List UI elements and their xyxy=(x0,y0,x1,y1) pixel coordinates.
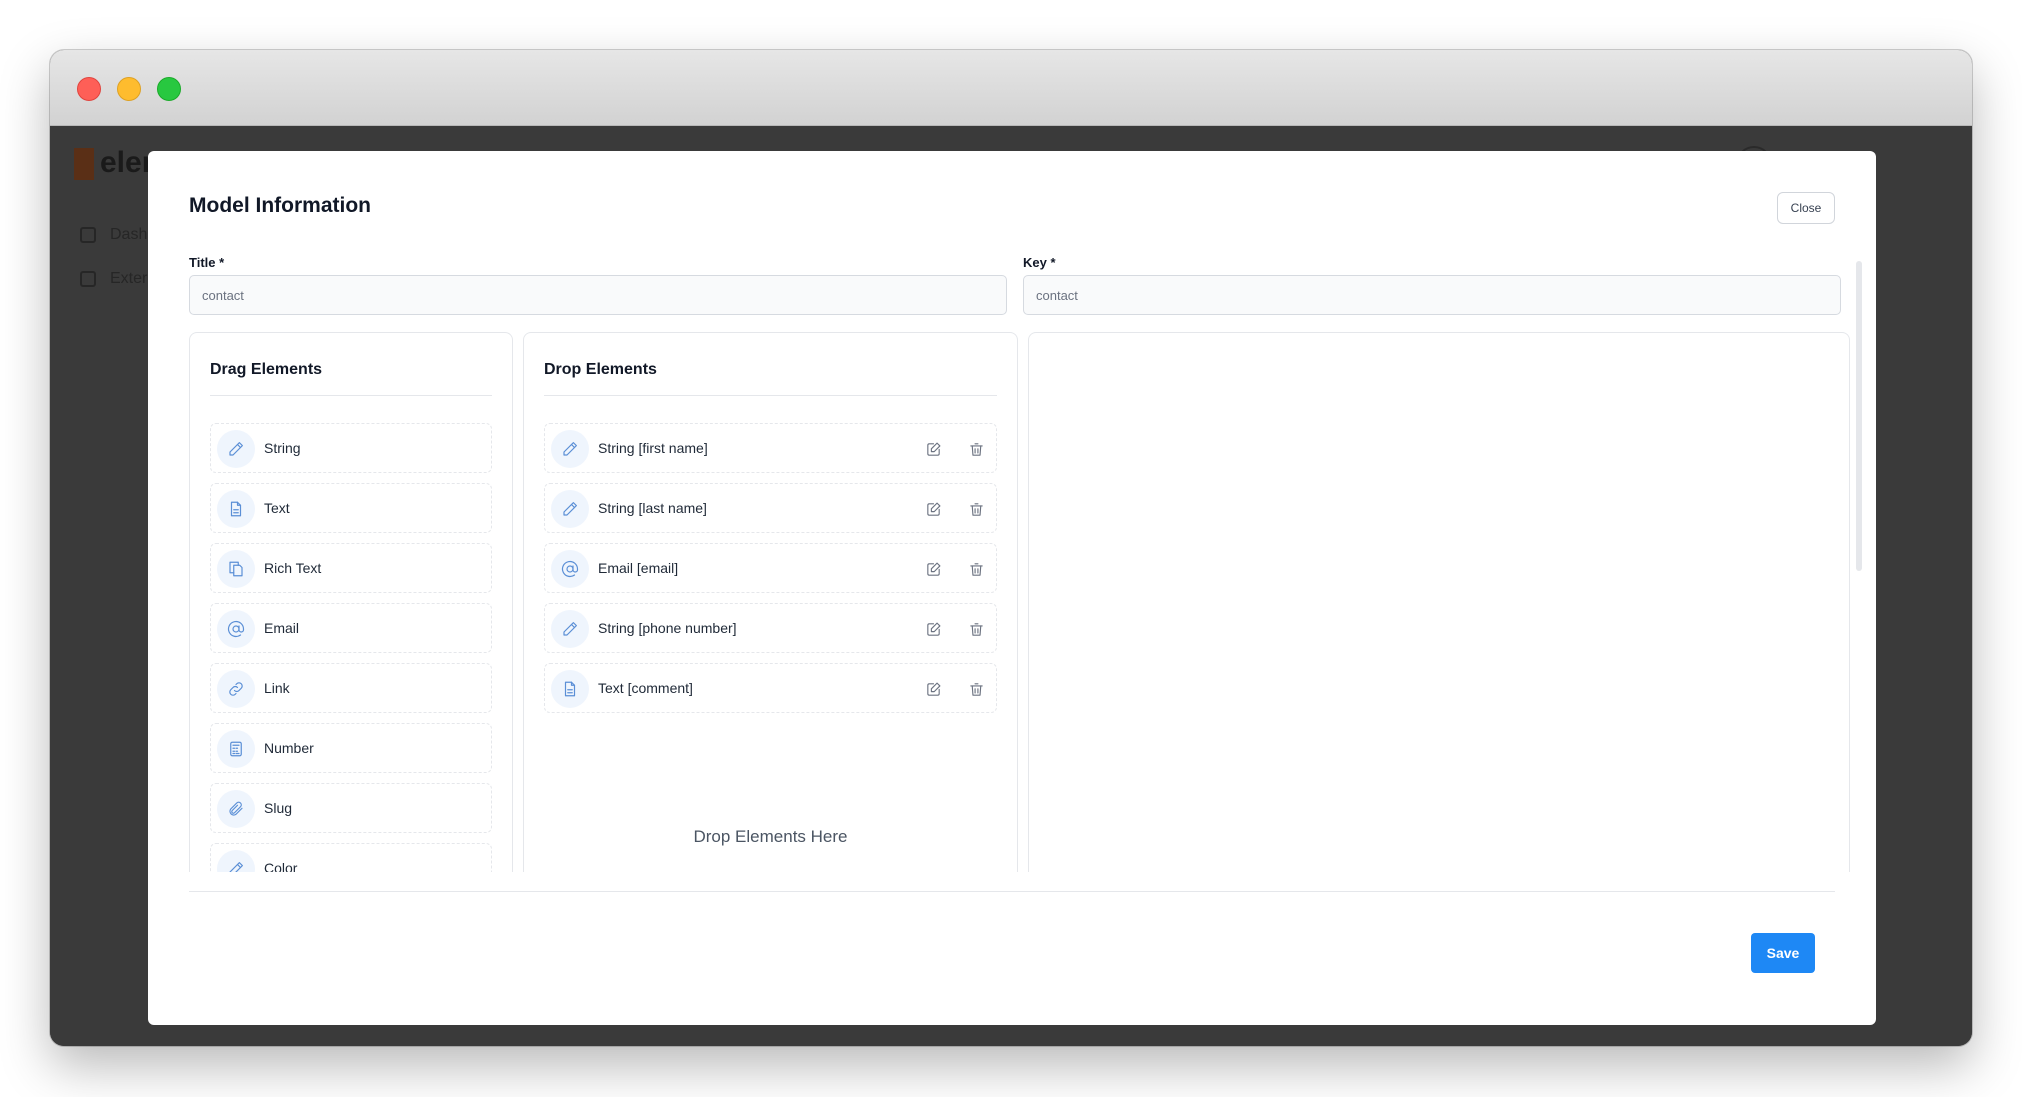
grid-icon xyxy=(80,270,96,287)
drop-elements-panel[interactable]: Drop Elements String [first name] String… xyxy=(523,332,1018,872)
at-sign-icon xyxy=(551,550,589,588)
drop-item-label: Text [comment] xyxy=(598,680,693,696)
grid-icon xyxy=(80,226,96,243)
paperclip-icon xyxy=(217,790,255,828)
drop-item-label: Email [email] xyxy=(598,560,679,576)
drag-item-slug[interactable]: Slug xyxy=(210,783,492,833)
app-logo: eler xyxy=(74,146,154,181)
drag-item-email[interactable]: Email xyxy=(210,603,492,653)
trash-icon[interactable] xyxy=(966,559,986,579)
minimize-window-button[interactable] xyxy=(117,77,141,101)
drag-item-link[interactable]: Link xyxy=(210,663,492,713)
app-window: eler Dash Exter Model Information Close … xyxy=(50,50,1972,1046)
edit-icon[interactable] xyxy=(923,499,943,519)
drag-item-label: Text xyxy=(264,500,290,516)
element-settings-panel xyxy=(1028,332,1850,872)
trash-icon[interactable] xyxy=(966,439,986,459)
maximize-window-button[interactable] xyxy=(157,77,181,101)
drag-item-number[interactable]: Number xyxy=(210,723,492,773)
link-icon xyxy=(217,670,255,708)
calculator-icon xyxy=(217,730,255,768)
drop-item-first-name[interactable]: String [first name] xyxy=(544,423,997,473)
document-icon xyxy=(217,490,255,528)
drop-item-last-name[interactable]: String [last name] xyxy=(544,483,997,533)
drop-item-label: String [phone number] xyxy=(598,620,737,636)
title-input[interactable] xyxy=(189,275,1007,315)
key-input[interactable] xyxy=(1023,275,1841,315)
title-field-label: Title * xyxy=(189,255,225,270)
close-button[interactable]: Close xyxy=(1777,192,1835,224)
pencil-icon xyxy=(551,430,589,468)
copy-document-icon xyxy=(217,550,255,588)
trash-icon[interactable] xyxy=(966,499,986,519)
trash-icon[interactable] xyxy=(966,679,986,699)
drag-elements-panel: Drag Elements String Text Rich Text Emai… xyxy=(189,332,513,872)
pencil-icon xyxy=(551,610,589,648)
edit-icon[interactable] xyxy=(923,619,943,639)
dialog-scrollbar[interactable] xyxy=(1856,261,1862,981)
dialog-title: Model Information xyxy=(189,194,371,217)
drop-zone-hint: Drop Elements Here xyxy=(693,827,848,846)
trash-icon[interactable] xyxy=(966,619,986,639)
nav-label: Dash xyxy=(110,226,148,243)
pencil-icon xyxy=(217,430,255,468)
drop-item-label: String [last name] xyxy=(598,500,707,516)
drag-item-label: Number xyxy=(264,740,314,756)
logo-text: eler xyxy=(100,146,154,179)
drop-item-comment[interactable]: Text [comment] xyxy=(544,663,997,713)
edit-icon[interactable] xyxy=(923,679,943,699)
edit-icon[interactable] xyxy=(923,439,943,459)
drag-item-label: Link xyxy=(264,680,290,696)
drop-panel-title: Drop Elements xyxy=(544,361,657,378)
drag-item-label: Slug xyxy=(264,800,293,816)
at-sign-icon xyxy=(217,610,255,648)
model-information-dialog: Model Information Close Title * Key * Dr… xyxy=(148,151,1876,1025)
drag-item-label: String xyxy=(264,440,301,456)
drag-item-color[interactable]: Color xyxy=(210,843,492,872)
divider xyxy=(210,395,492,396)
divider xyxy=(544,395,997,396)
drag-item-string[interactable]: String xyxy=(210,423,492,473)
save-button[interactable]: Save xyxy=(1751,933,1815,973)
drop-item-email[interactable]: Email [email] xyxy=(544,543,997,593)
window-titlebar xyxy=(50,50,1972,126)
logo-mark-icon xyxy=(74,148,94,181)
pencil-icon xyxy=(551,490,589,528)
drag-item-label: Rich Text xyxy=(264,560,322,576)
drag-item-rich-text[interactable]: Rich Text xyxy=(210,543,492,593)
scrollbar-thumb[interactable] xyxy=(1856,261,1862,571)
footer-divider xyxy=(189,891,1835,892)
drop-item-label: String [first name] xyxy=(598,440,708,456)
drag-item-label: Email xyxy=(264,620,300,636)
document-icon xyxy=(551,670,589,708)
drag-item-label: Color xyxy=(264,860,298,872)
nav-label: Exter xyxy=(110,270,148,287)
close-window-button[interactable] xyxy=(77,77,101,101)
edit-icon[interactable] xyxy=(923,559,943,579)
key-field-label: Key * xyxy=(1023,255,1056,270)
drag-panel-title: Drag Elements xyxy=(210,361,323,378)
drop-item-phone-number[interactable]: String [phone number] xyxy=(544,603,997,653)
drag-item-text[interactable]: Text xyxy=(210,483,492,533)
pencil-icon xyxy=(217,850,255,872)
